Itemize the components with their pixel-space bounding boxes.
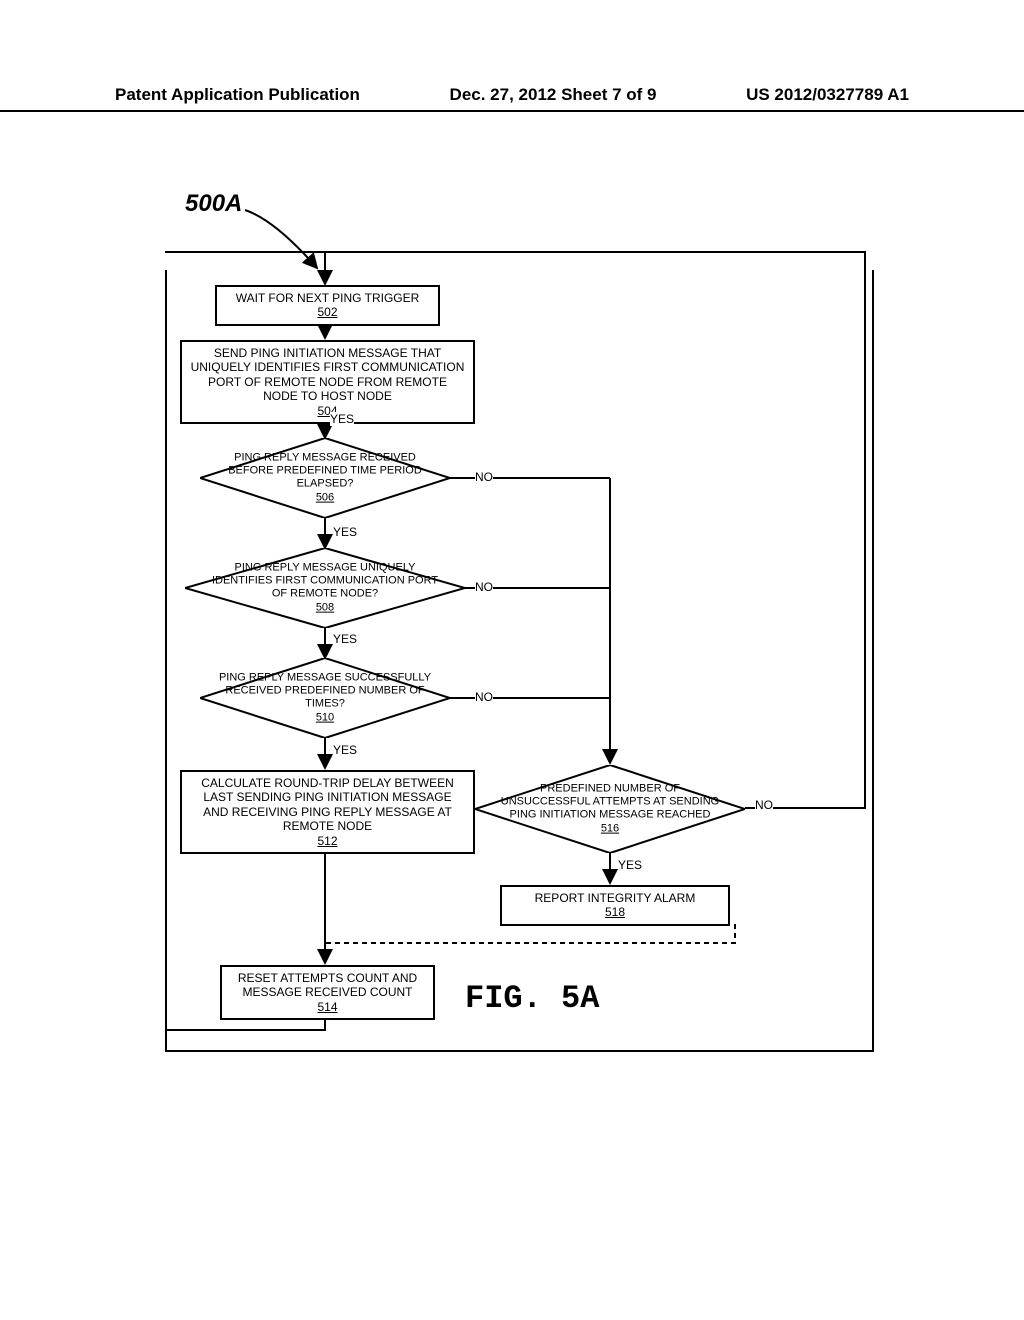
edge-yes-506: YES xyxy=(333,525,357,539)
figure-area: 500A xyxy=(165,190,885,1090)
reference-label-500a: 500A xyxy=(185,190,242,218)
edge-yes-510: YES xyxy=(333,743,357,757)
edge-yes-504: YES xyxy=(330,412,354,426)
diamond-ref: 506 xyxy=(316,491,334,503)
edge-yes-516: YES xyxy=(618,858,642,872)
diamond-ref: 508 xyxy=(316,601,334,613)
header-center: Dec. 27, 2012 Sheet 7 of 9 xyxy=(450,85,657,105)
figure-label: FIG. 5A xyxy=(465,980,599,1017)
box-text: REPORT INTEGRITY ALARM xyxy=(535,891,696,905)
box-text: CALCULATE ROUND-TRIP DELAY BETWEEN LAST … xyxy=(201,776,454,833)
diamond-text: PING REPLY MESSAGE UNIQUELY IDENTIFIES F… xyxy=(212,562,438,600)
box-ref: 514 xyxy=(317,1000,337,1014)
box-text: SEND PING INITIATION MESSAGE THAT UNIQUE… xyxy=(191,346,465,403)
process-box-518: REPORT INTEGRITY ALARM 518 xyxy=(500,885,730,926)
box-ref: 512 xyxy=(317,834,337,848)
process-box-502: WAIT FOR NEXT PING TRIGGER 502 xyxy=(215,285,440,326)
edge-no-508: NO xyxy=(475,580,493,594)
edge-no-506: NO xyxy=(475,470,493,484)
decision-508: PING REPLY MESSAGE UNIQUELY IDENTIFIES F… xyxy=(185,548,465,628)
decision-516: PREDEFINED NUMBER OF UNSUCCESSFUL ATTEMP… xyxy=(475,765,745,853)
diamond-text: PREDEFINED NUMBER OF UNSUCCESSFUL ATTEMP… xyxy=(501,783,719,821)
edge-no-516: NO xyxy=(755,798,773,812)
process-box-504: SEND PING INITIATION MESSAGE THAT UNIQUE… xyxy=(180,340,475,424)
decision-506: PING REPLY MESSAGE RECEIVED BEFORE PREDE… xyxy=(200,438,450,518)
edge-yes-508: YES xyxy=(333,632,357,646)
header-right: US 2012/0327789 A1 xyxy=(746,85,909,105)
diamond-ref: 516 xyxy=(601,822,619,834)
diamond-text: PING REPLY MESSAGE SUCCESSFULLY RECEIVED… xyxy=(219,672,431,710)
box-ref: 502 xyxy=(317,305,337,319)
diamond-text: PING REPLY MESSAGE RECEIVED BEFORE PREDE… xyxy=(228,452,422,490)
page-header: Patent Application Publication Dec. 27, … xyxy=(0,85,1024,112)
box-text: RESET ATTEMPTS COUNT AND MESSAGE RECEIVE… xyxy=(238,971,417,999)
diamond-ref: 510 xyxy=(316,711,334,723)
box-text: WAIT FOR NEXT PING TRIGGER xyxy=(236,291,420,305)
header-left: Patent Application Publication xyxy=(115,85,360,105)
process-box-514: RESET ATTEMPTS COUNT AND MESSAGE RECEIVE… xyxy=(220,965,435,1020)
process-box-512: CALCULATE ROUND-TRIP DELAY BETWEEN LAST … xyxy=(180,770,475,854)
box-ref: 518 xyxy=(605,905,625,919)
edge-no-510: NO xyxy=(475,690,493,704)
decision-510: PING REPLY MESSAGE SUCCESSFULLY RECEIVED… xyxy=(200,658,450,738)
